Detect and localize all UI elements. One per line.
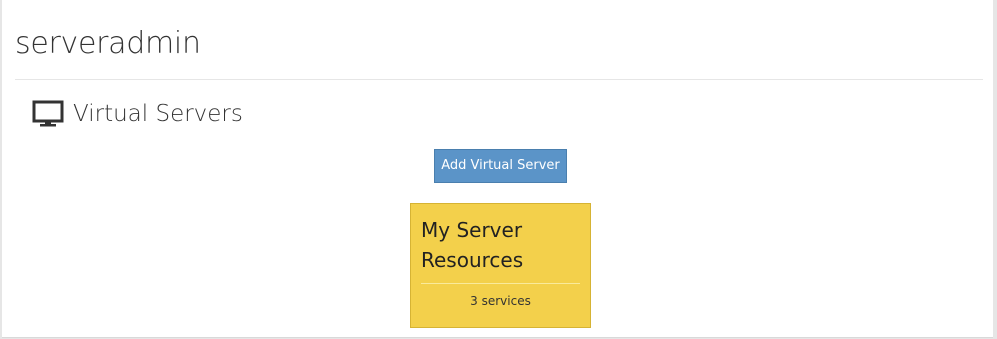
section-title: Virtual Servers <box>73 101 243 127</box>
add-virtual-server-button[interactable]: Add Virtual Server <box>434 149 567 183</box>
server-card-title: My Server Resources <box>421 218 524 272</box>
app-title: serveradmin <box>15 26 201 61</box>
services-count: 3 services <box>470 294 531 308</box>
section-header: Virtual Servers <box>32 98 243 130</box>
server-card[interactable]: My Server Resources 3 services <box>410 203 591 328</box>
main-panel: serveradmin Virtual Servers Add Virtual … <box>2 0 993 338</box>
card-divider <box>421 283 580 284</box>
monitor-icon <box>32 100 64 127</box>
header-divider <box>15 79 983 80</box>
